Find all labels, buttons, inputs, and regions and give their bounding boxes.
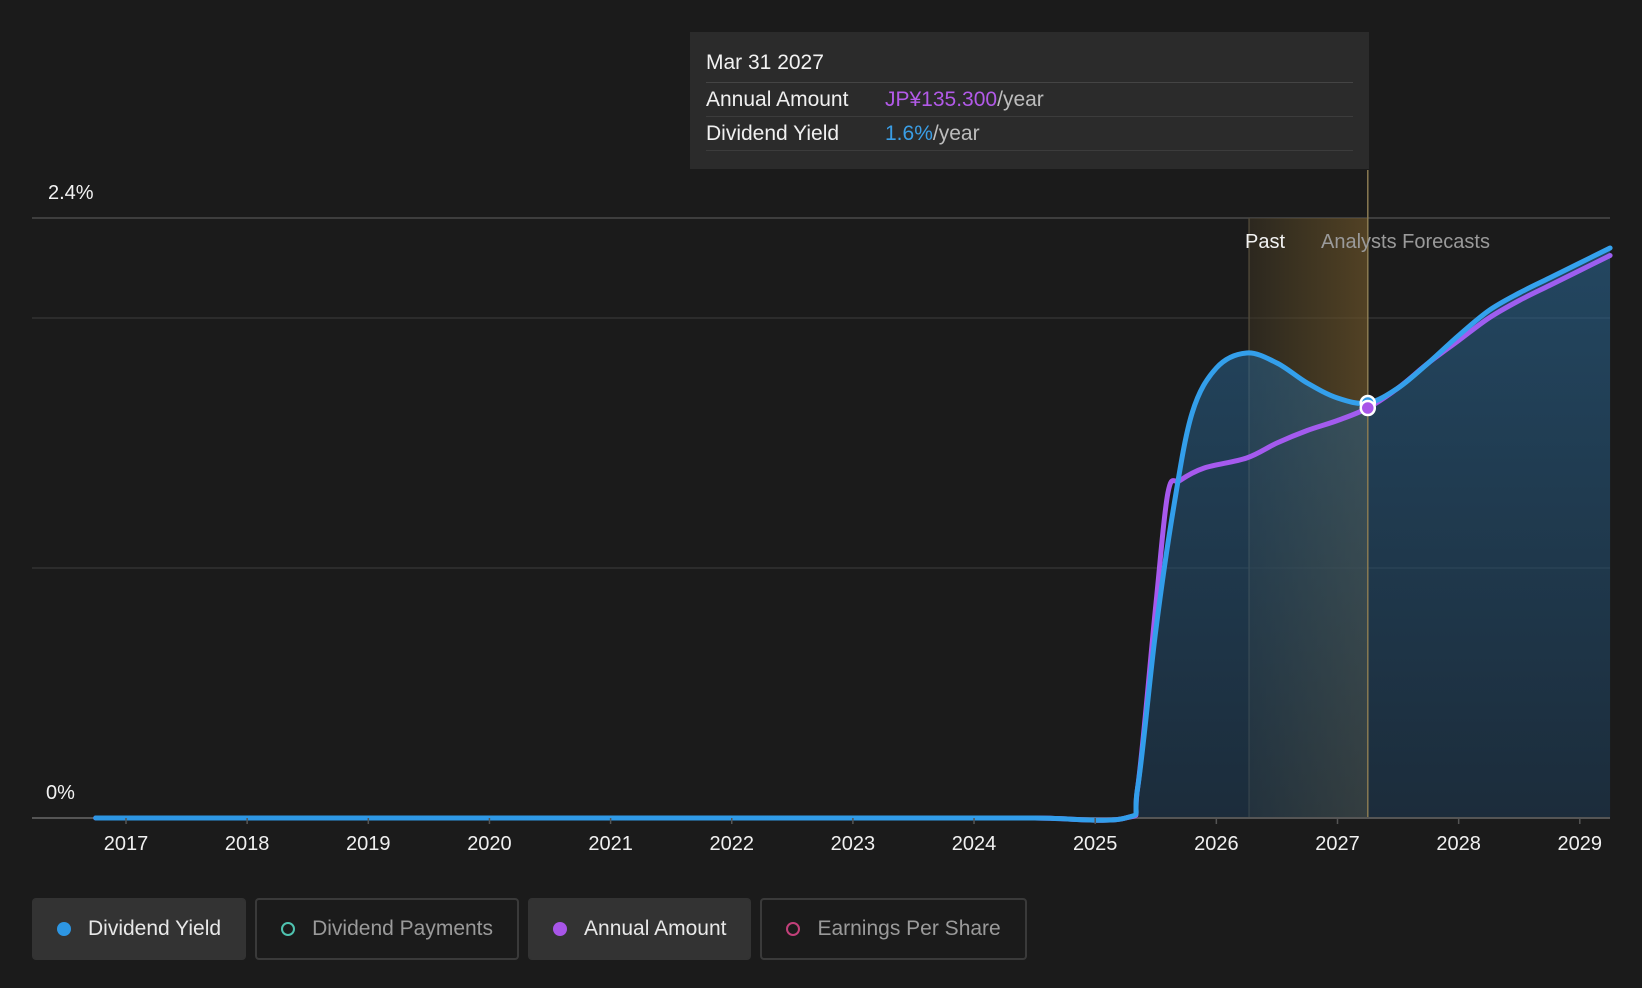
legend-label: Annual Amount: [584, 917, 727, 940]
x-tick-label: 2022: [710, 833, 755, 855]
legend-dividend-payments-button[interactable]: Dividend Payments: [255, 898, 520, 960]
legend-dot-icon: [553, 922, 568, 936]
past-label: Past: [1245, 231, 1286, 253]
x-tick-label: 2027: [1315, 833, 1360, 855]
tooltip-row-dividend-yield: Dividend Yield 1.6% /year: [706, 117, 1353, 151]
x-tick-label: 2028: [1436, 833, 1481, 855]
dividend-yield-area: [95, 248, 1611, 821]
x-tick-label: 2021: [588, 833, 633, 855]
chart-tooltip: Mar 31 2027 Annual Amount JP¥135.300 /ye…: [690, 32, 1369, 169]
tooltip-value: JP¥135.300: [885, 88, 998, 111]
highlight-point-annual-amount: [1359, 399, 1377, 417]
chart-legend: Dividend Yield Dividend Payments Annual …: [32, 898, 1027, 960]
tooltip-suffix: /year: [932, 122, 980, 145]
tooltip-label: Dividend Yield: [706, 122, 840, 145]
x-tick-label: 2023: [831, 833, 876, 855]
legend-label: Dividend Payments: [312, 917, 494, 940]
x-tick-label: 2017: [104, 833, 149, 855]
x-tick-label: 2025: [1073, 833, 1118, 855]
legend-ring-icon: [786, 922, 801, 936]
legend-dividend-yield-button[interactable]: Dividend Yield: [32, 898, 247, 960]
y-tick-bottom: 0%: [46, 782, 75, 804]
x-tick-label: 2020: [467, 833, 512, 855]
legend-annual-amount-button[interactable]: Annual Amount: [528, 898, 752, 960]
tooltip-label: Annual Amount: [706, 88, 849, 111]
legend-ring-icon: [281, 922, 296, 936]
x-tick-label: 2029: [1558, 833, 1603, 855]
x-tick-label: 2019: [346, 833, 391, 855]
forecast-label: Analysts Forecasts: [1321, 231, 1490, 253]
x-tick-label: 2018: [225, 833, 270, 855]
x-tick-label: 2024: [952, 833, 997, 855]
legend-earnings-per-share-button[interactable]: Earnings Per Share: [760, 898, 1027, 960]
tooltip-date: Mar 31 2027: [706, 48, 1353, 83]
x-tick-label: 2026: [1194, 833, 1239, 855]
tooltip-row-annual-amount: Annual Amount JP¥135.300 /year: [706, 83, 1353, 117]
legend-dot-icon: [57, 922, 71, 936]
y-tick-top: 2.4%: [48, 182, 94, 204]
legend-label: Dividend Yield: [88, 917, 222, 940]
tooltip-value: 1.6%: [885, 122, 933, 145]
legend-label: Earnings Per Share: [817, 917, 1001, 940]
tooltip-suffix: /year: [997, 88, 1044, 111]
